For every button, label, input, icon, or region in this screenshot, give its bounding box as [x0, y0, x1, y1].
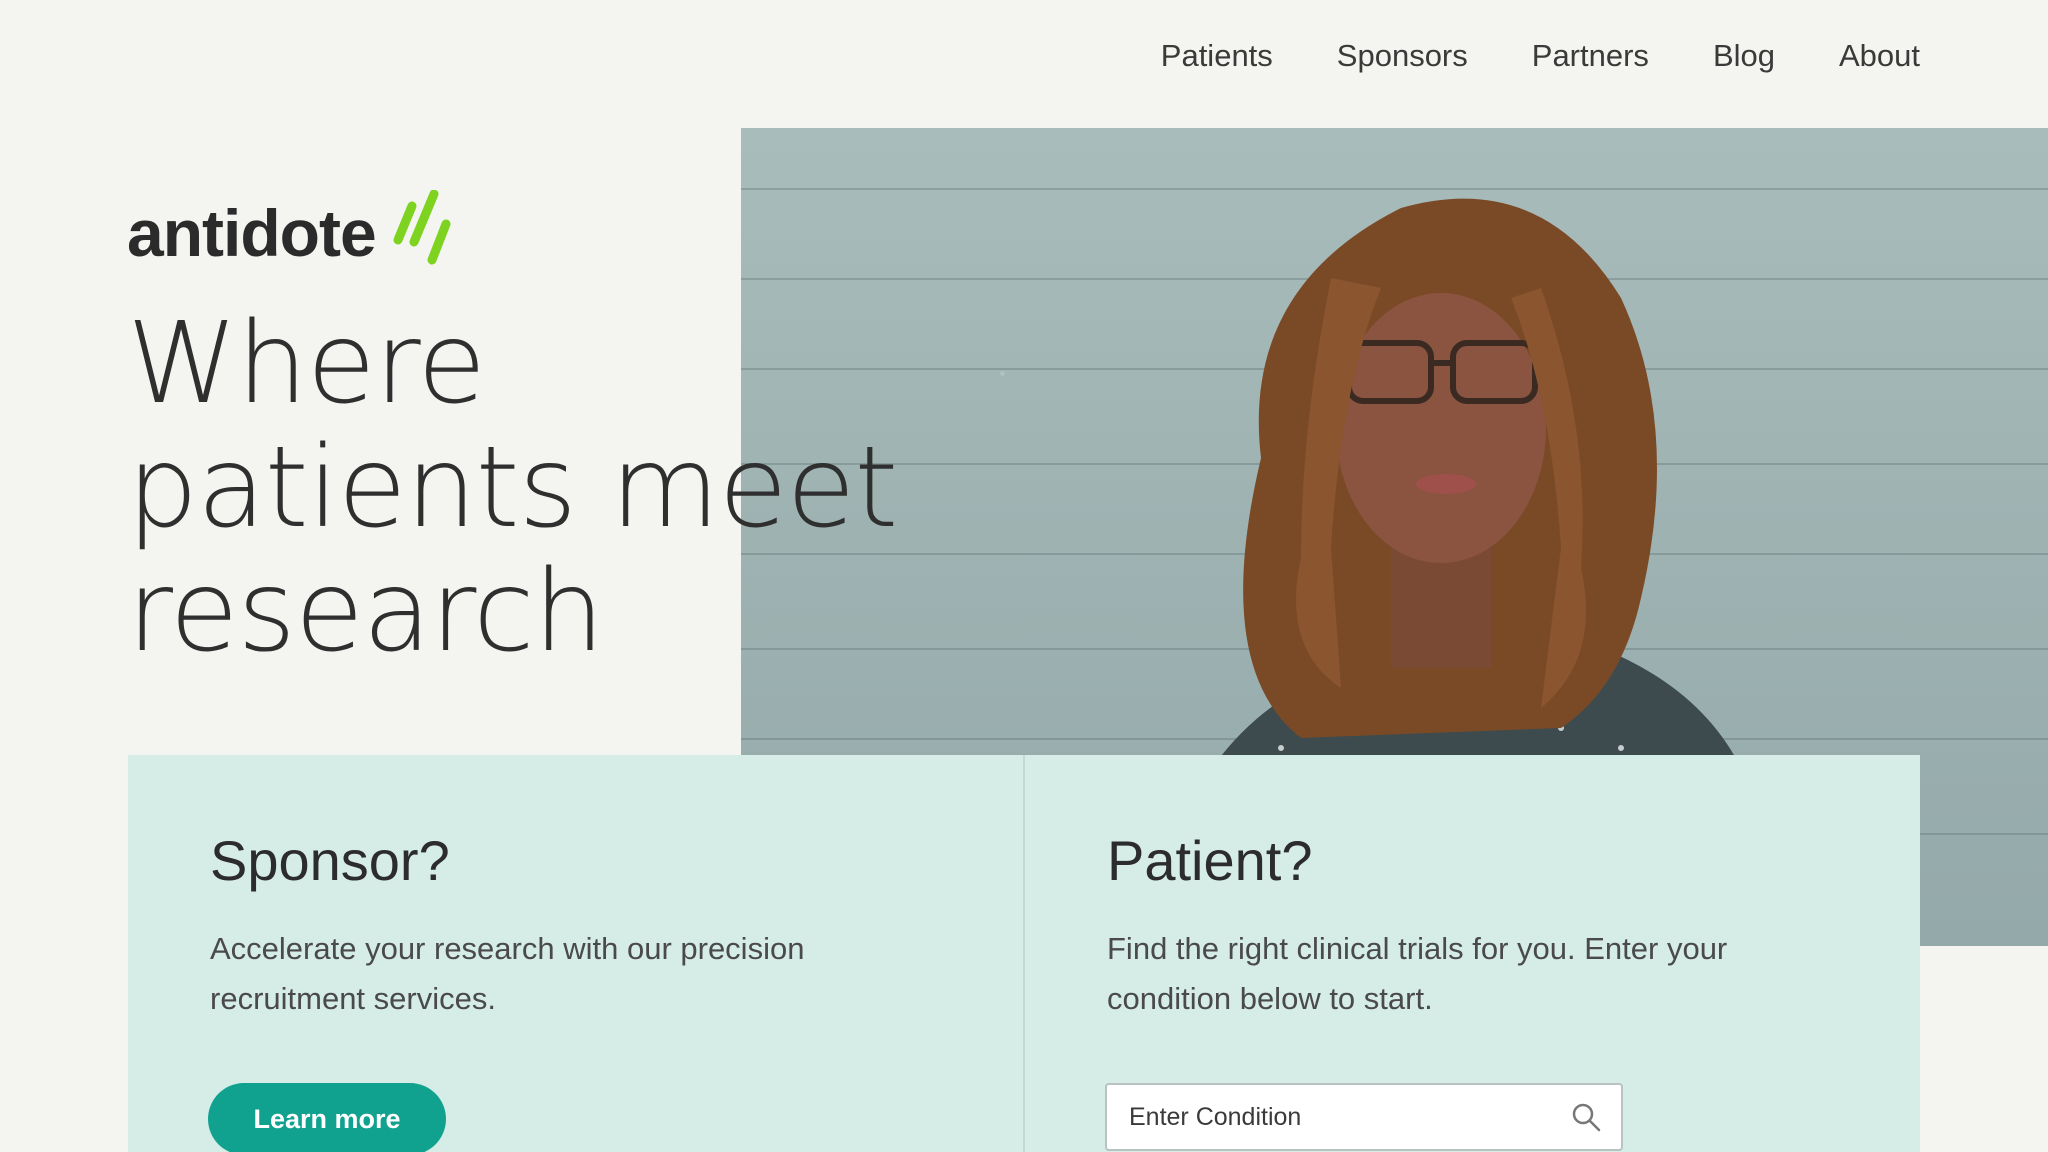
- nav-item-partners[interactable]: Partners: [1532, 38, 1649, 74]
- homepage: Patients Sponsors Partners Blog About an…: [0, 0, 2048, 1152]
- hero-headline: Where patients meet research: [127, 302, 947, 674]
- learn-more-button[interactable]: Learn more: [208, 1083, 446, 1152]
- nav-item-about[interactable]: About: [1839, 38, 1920, 74]
- headline-line-2: patients meet: [127, 423, 898, 553]
- headline-line-1: Where: [127, 299, 486, 429]
- logo-wordmark: antidote: [127, 196, 377, 270]
- nav-item-blog[interactable]: Blog: [1713, 38, 1775, 74]
- patient-title: Patient?: [1107, 829, 1313, 892]
- condition-search: [1105, 1083, 1623, 1151]
- sponsor-card: Sponsor? Accelerate your research with o…: [128, 755, 1023, 1152]
- condition-search-input[interactable]: [1107, 1101, 1569, 1133]
- sponsor-title: Sponsor?: [210, 829, 450, 892]
- search-icon[interactable]: [1569, 1100, 1603, 1134]
- top-nav: Patients Sponsors Partners Blog About: [1161, 38, 1920, 74]
- headline-line-3: research: [127, 547, 605, 677]
- nav-item-sponsors[interactable]: Sponsors: [1337, 38, 1468, 74]
- sponsor-description: Accelerate your research with our precis…: [210, 931, 805, 1017]
- patient-description: Find the right clinical trials for you. …: [1107, 931, 1728, 1017]
- patient-card: Patient? Find the right clinical trials …: [1023, 755, 1920, 1152]
- nav-item-patients[interactable]: Patients: [1161, 38, 1273, 74]
- audience-cards: Sponsor? Accelerate your research with o…: [128, 755, 1920, 1152]
- antidote-logo[interactable]: antidote: [127, 190, 454, 266]
- logo-slash-marks-icon: [393, 190, 451, 265]
